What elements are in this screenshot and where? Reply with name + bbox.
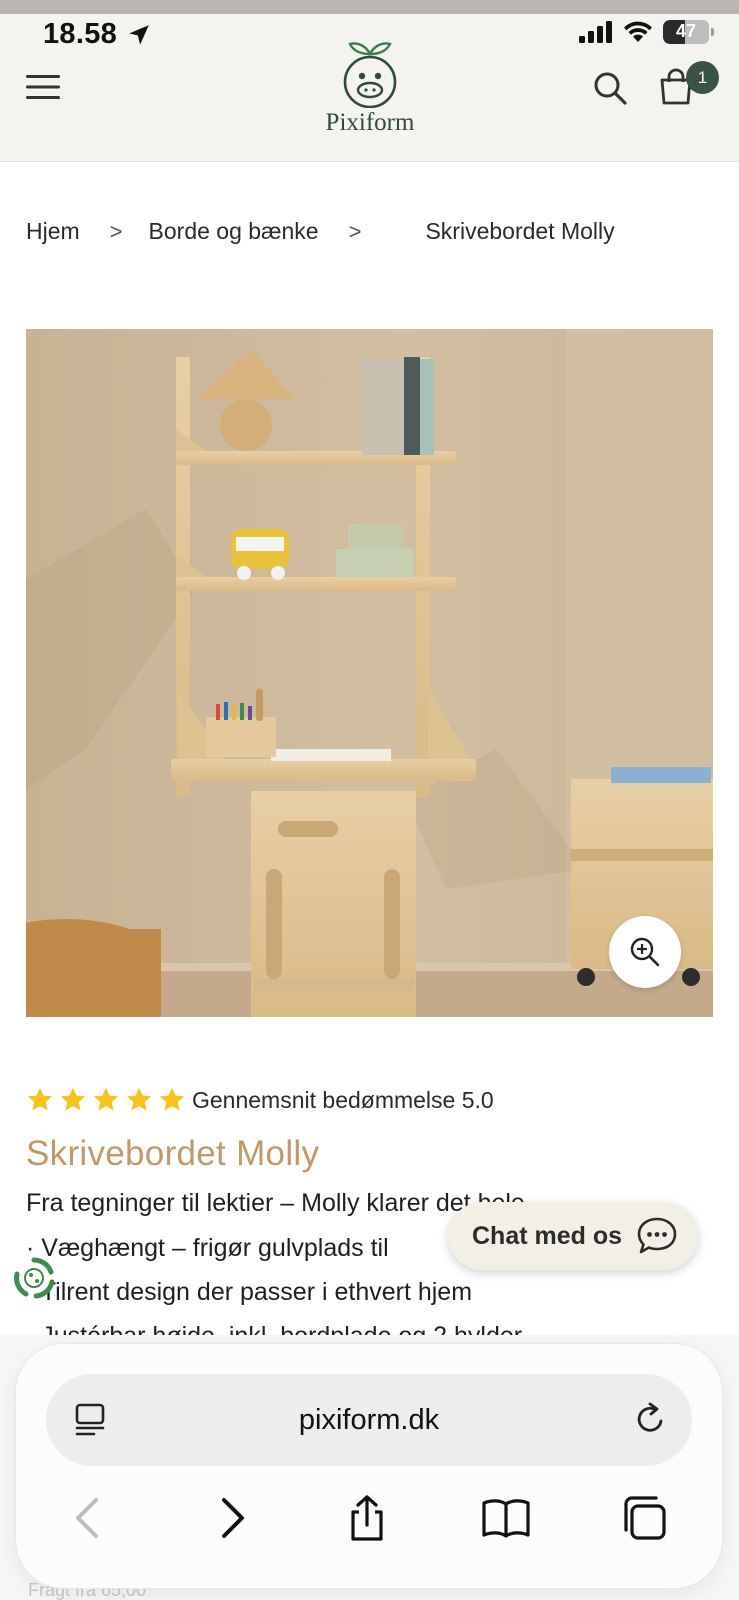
breadcrumb-separator: > [109,218,123,244]
address-bar[interactable]: pixiform.dk [46,1374,692,1466]
cellular-signal-icon [579,21,612,43]
breadcrumb-separator: > [348,218,362,244]
status-icons: 47 [579,20,714,44]
product-photo-illustration [26,329,713,1017]
battery-level: 47 [675,21,697,41]
zoom-button[interactable] [609,916,681,988]
product-description-line: · Væghængt – frigør gulvplads til [26,1234,389,1262]
hamburger-icon[interactable] [26,72,60,102]
breadcrumb-current: Skrivebordet Molly [425,218,615,244]
chat-bubble-icon [637,1217,677,1254]
reload-icon[interactable] [632,1400,668,1438]
eco-badge-icon[interactable] [10,1254,58,1302]
logo-text: Pixiform [325,109,415,136]
share-icon[interactable] [342,1494,392,1542]
chat-button[interactable]: Chat med os [448,1202,698,1270]
forward-arrow-icon[interactable] [208,1494,258,1542]
url-text[interactable]: pixiform.dk [46,1404,692,1437]
product-description-line: · Tilrent design der passer i ethvert hj… [26,1278,473,1306]
back-arrow-icon[interactable] [64,1494,114,1542]
site-logo[interactable]: Pixiform [300,36,440,144]
reader-mode-icon[interactable] [72,1401,108,1437]
star-icon [159,1087,185,1111]
pixiform-mascot-icon [343,42,397,109]
tabs-icon[interactable] [620,1494,670,1542]
star-icon [27,1087,53,1111]
wifi-icon [624,21,652,42]
status-time: 18.58 [43,18,118,50]
star-rating [26,1086,186,1114]
top-strip [0,0,739,14]
product-rating[interactable]: Gennemsnit bedømmelse 5.0 [26,1086,494,1114]
breadcrumb: Hjem > Borde og bænke > Skrivebordet Mol… [26,218,615,245]
rating-text: Gennemsnit bedømmelse 5.0 [192,1086,494,1113]
star-icon [60,1087,86,1111]
breadcrumb-category[interactable]: Borde og bænke [149,218,319,245]
product-image[interactable] [26,329,713,1017]
star-icon [126,1087,152,1111]
product-description-line: Fra tegninger til lektier – Molly klarer… [26,1189,525,1217]
search-icon[interactable] [592,70,628,106]
product-title: Skrivebordet Molly [26,1134,320,1173]
bookmarks-icon[interactable] [481,1494,531,1542]
breadcrumb-home[interactable]: Hjem [26,218,80,245]
star-icon [93,1087,119,1111]
battery-indicator: 47 [663,20,714,44]
location-arrow-icon [129,25,149,45]
cart-count-badge[interactable]: 1 [686,61,719,94]
zoom-in-icon [630,937,660,967]
chat-label: Chat med os [472,1221,623,1250]
